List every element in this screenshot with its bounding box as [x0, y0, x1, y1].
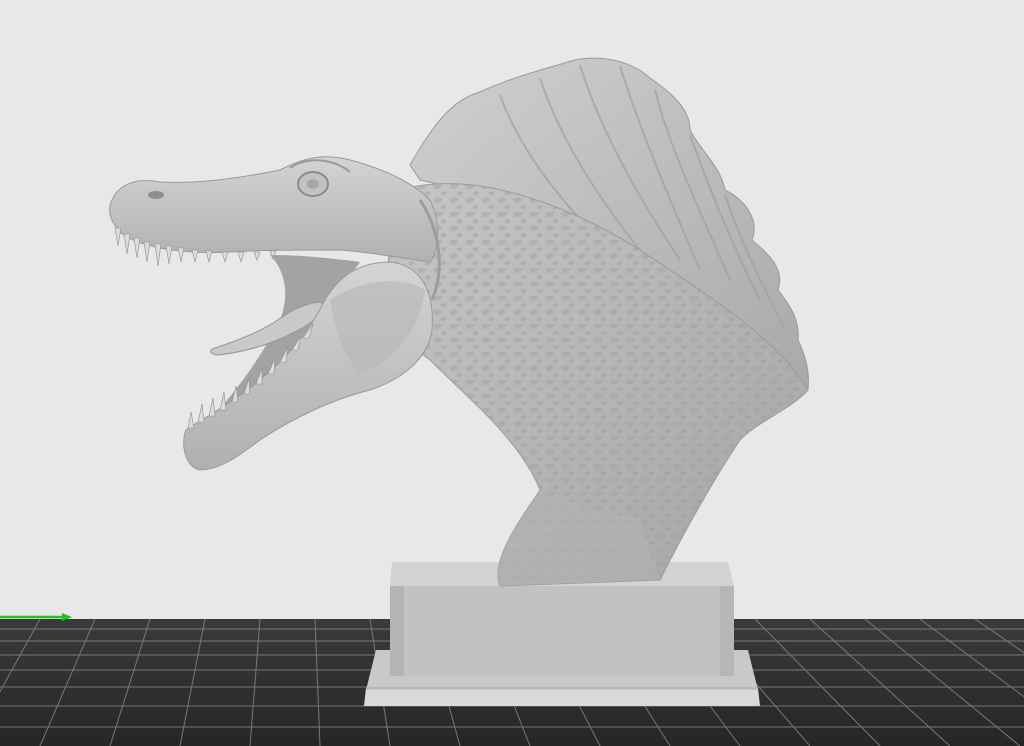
nostril: [148, 191, 164, 199]
scene-canvas[interactable]: [0, 0, 1024, 746]
3d-viewport[interactable]: [0, 0, 1024, 746]
